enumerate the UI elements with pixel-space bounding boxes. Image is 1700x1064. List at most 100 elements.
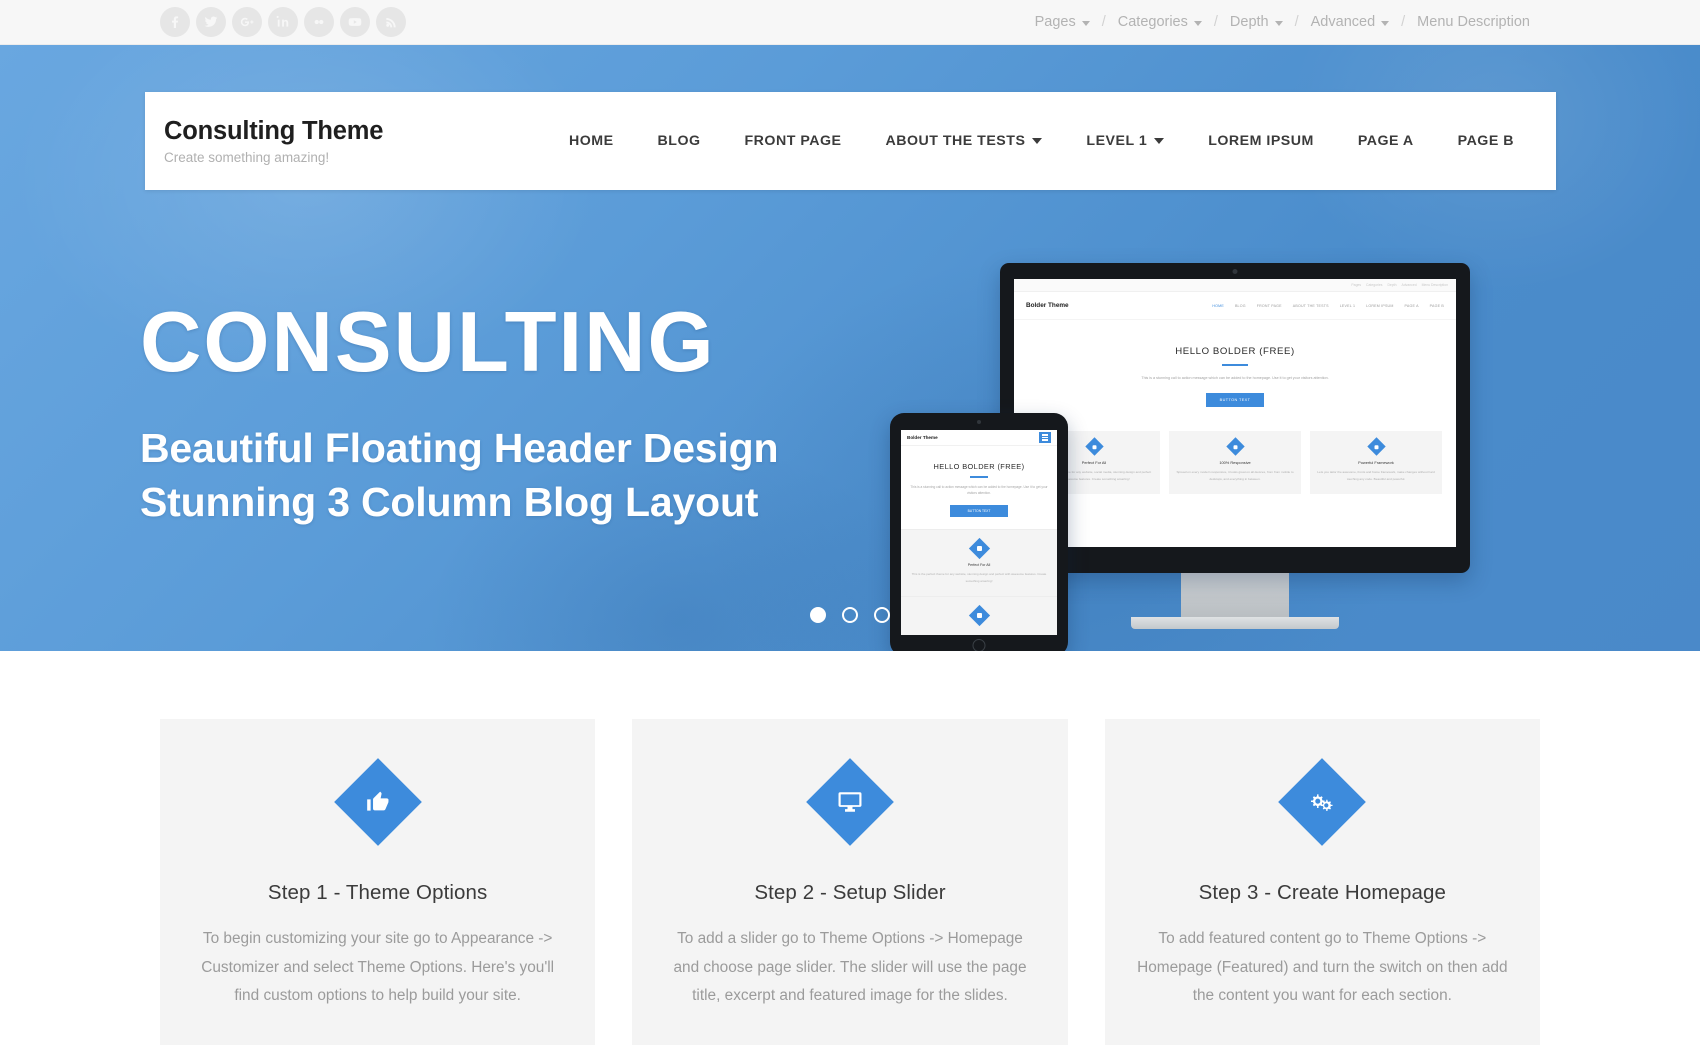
chevron-down-icon bbox=[1193, 20, 1202, 26]
mock-feature-cards: Perfect For All This is the perfect them… bbox=[1014, 425, 1456, 494]
steps-row: Step 1 - Theme Options To begin customiz… bbox=[160, 719, 1540, 1045]
facebook-icon[interactable] bbox=[160, 7, 190, 37]
hero-subheadline: Beautiful Floating Header Design Stunnin… bbox=[140, 421, 778, 529]
top-menu-label: Depth bbox=[1229, 14, 1269, 30]
nav-label: ABOUT THE TESTS bbox=[885, 133, 1026, 149]
step-title: Step 2 - Setup Slider bbox=[754, 881, 946, 904]
top-bar: Pages / Categories / Depth / Advanced / … bbox=[0, 0, 1700, 45]
nav-item-about-the-tests[interactable]: ABOUT THE TESTS bbox=[863, 133, 1064, 149]
mock-feature-card: Powerful Framework Lets you tailor the a… bbox=[1310, 430, 1442, 494]
gears-icon bbox=[1278, 758, 1367, 846]
step-card-1: Step 1 - Theme Options To begin customiz… bbox=[160, 719, 596, 1045]
top-menu-item-depth[interactable]: Depth bbox=[1220, 14, 1293, 30]
mock-topbar-item: Menu Description bbox=[1421, 283, 1448, 287]
chevron-down-icon bbox=[1032, 138, 1043, 144]
floating-header: Consulting Theme Create something amazin… bbox=[145, 92, 1556, 190]
mock-footer bbox=[1014, 493, 1456, 508]
rss-icon[interactable] bbox=[376, 7, 406, 37]
diamond-icon bbox=[968, 605, 990, 627]
mock-card-title: Powerful Framework bbox=[1358, 459, 1394, 465]
monitor-stand-neck bbox=[1181, 573, 1289, 617]
site-title: Consulting Theme bbox=[164, 117, 384, 146]
chevron-down-icon bbox=[1274, 20, 1283, 26]
nav-item-lorem-ipsum[interactable]: LOREM IPSUM bbox=[1186, 133, 1336, 149]
nav-item-level-1[interactable]: LEVEL 1 bbox=[1064, 133, 1186, 149]
tablet-bezel: Bolder Theme HELLO BOLDER (FREE) This is… bbox=[890, 413, 1068, 651]
top-menu-item-categories[interactable]: Categories bbox=[1108, 14, 1212, 30]
mock-hero-title: HELLO BOLDER (FREE) bbox=[933, 462, 1025, 471]
nav-label: PAGE B bbox=[1457, 133, 1514, 149]
mock-topbar-item: Categories bbox=[1366, 283, 1383, 287]
mock-card-text: Lets you tailor the awesome, fronts and … bbox=[1317, 469, 1435, 481]
step-text: To begin customizing your site go to App… bbox=[201, 930, 555, 1004]
mock-tablet-nav: Bolder Theme bbox=[901, 430, 1057, 446]
step-text: To add a slider go to Theme Options -> H… bbox=[673, 930, 1027, 1004]
mock-tablet-feature: Perfect For All This is the perfect them… bbox=[901, 529, 1057, 597]
mock-topbar-item: Advanced bbox=[1401, 283, 1417, 287]
mock-cta-button: BUTTON TEXT bbox=[949, 505, 1009, 518]
mock-nav-item: LOREM IPSUM bbox=[1366, 303, 1394, 308]
google-plus-icon[interactable] bbox=[232, 7, 262, 37]
youtube-icon[interactable] bbox=[340, 7, 370, 37]
chevron-down-icon bbox=[1081, 20, 1090, 26]
hero-subline-2: Stunning 3 Column Blog Layout bbox=[140, 479, 759, 526]
top-menu-label: Pages bbox=[1034, 14, 1076, 30]
desktop-mockup: Pages Categories Depth Advanced Menu Des… bbox=[1000, 263, 1470, 629]
slider-dot-1[interactable] bbox=[810, 607, 826, 623]
nav-item-front-page[interactable]: FRONT PAGE bbox=[723, 133, 864, 149]
chevron-down-icon bbox=[1154, 138, 1165, 144]
nav-item-page-b[interactable]: PAGE B bbox=[1436, 133, 1518, 149]
slider-dot-2[interactable] bbox=[842, 607, 858, 623]
diamond-icon bbox=[1084, 437, 1104, 456]
menu-separator: / bbox=[1294, 14, 1299, 30]
desktop-monitor-icon bbox=[806, 758, 894, 846]
top-menu-item-menu-description[interactable]: Menu Description bbox=[1407, 14, 1540, 30]
nav-item-home[interactable]: HOME bbox=[547, 133, 636, 149]
slider-dot-3[interactable] bbox=[874, 607, 890, 623]
nav-item-blog[interactable]: BLOG bbox=[636, 133, 723, 149]
featured-steps-section: Step 1 - Theme Options To begin customiz… bbox=[0, 651, 1700, 1045]
primary-navigation: HOME BLOG FRONT PAGE ABOUT THE TESTS LEV… bbox=[544, 133, 1518, 149]
flickr-icon[interactable] bbox=[304, 7, 334, 37]
menu-separator: / bbox=[1401, 14, 1406, 30]
nav-label: FRONT PAGE bbox=[744, 133, 842, 149]
nav-label: LOREM IPSUM bbox=[1208, 133, 1314, 149]
step-card-3: Step 3 - Create Homepage To add featured… bbox=[1104, 719, 1540, 1045]
slider-pagination bbox=[810, 607, 890, 623]
thumbs-up-icon bbox=[333, 758, 422, 846]
step-title: Step 1 - Theme Options bbox=[267, 881, 488, 904]
menu-separator: / bbox=[1101, 14, 1106, 30]
mock-nav-item: PAGE B bbox=[1429, 303, 1444, 308]
diamond-icon bbox=[968, 537, 990, 560]
mock-nav-item: LEVEL 1 bbox=[1339, 303, 1356, 308]
nav-item-page-a[interactable]: PAGE A bbox=[1336, 133, 1436, 149]
mock-divider bbox=[1222, 364, 1248, 366]
tablet-mockup: Bolder Theme HELLO BOLDER (FREE) This is… bbox=[890, 413, 1068, 651]
step-title: Step 3 - Create Homepage bbox=[1198, 881, 1447, 904]
hamburger-menu-icon bbox=[1039, 432, 1051, 443]
mock-card-text: Spread on every modern responsive, it lo… bbox=[1176, 469, 1294, 481]
mock-nav-item: FRONT PAGE bbox=[1256, 303, 1282, 308]
mock-divider bbox=[970, 476, 988, 478]
nav-label: HOME bbox=[568, 133, 614, 149]
site-branding[interactable]: Consulting Theme Create something amazin… bbox=[164, 117, 544, 164]
mock-nav-item: PAGE A bbox=[1404, 303, 1419, 308]
hero-copy: CONSULTING Beautiful Floating Header Des… bbox=[140, 300, 778, 529]
mock-nav-item: ABOUT THE TESTS bbox=[1292, 303, 1329, 308]
monitor-bezel: Pages Categories Depth Advanced Menu Des… bbox=[1000, 263, 1470, 573]
step-card-2: Step 2 - Setup Slider To add a slider go… bbox=[632, 719, 1068, 1045]
home-button-icon bbox=[972, 639, 986, 651]
diamond-icon bbox=[1366, 437, 1386, 456]
top-menu-item-advanced[interactable]: Advanced bbox=[1301, 14, 1400, 30]
top-menu-label: Categories bbox=[1117, 14, 1188, 30]
site-tagline: Create something amazing! bbox=[164, 149, 330, 165]
linkedin-icon[interactable] bbox=[268, 7, 298, 37]
top-menu-item-pages[interactable]: Pages bbox=[1025, 14, 1100, 30]
mock-topbar-item: Pages bbox=[1351, 283, 1362, 287]
twitter-icon[interactable] bbox=[196, 7, 226, 37]
hero-headline: CONSULTING bbox=[140, 295, 716, 390]
monitor-screen: Pages Categories Depth Advanced Menu Des… bbox=[1014, 279, 1456, 547]
mock-feature-card: 100% Responsive Spread on every modern r… bbox=[1169, 430, 1301, 494]
mock-topbar-item: Depth bbox=[1387, 283, 1397, 287]
mock-hero-paragraph: This is a stunning call to action messag… bbox=[1141, 376, 1329, 380]
